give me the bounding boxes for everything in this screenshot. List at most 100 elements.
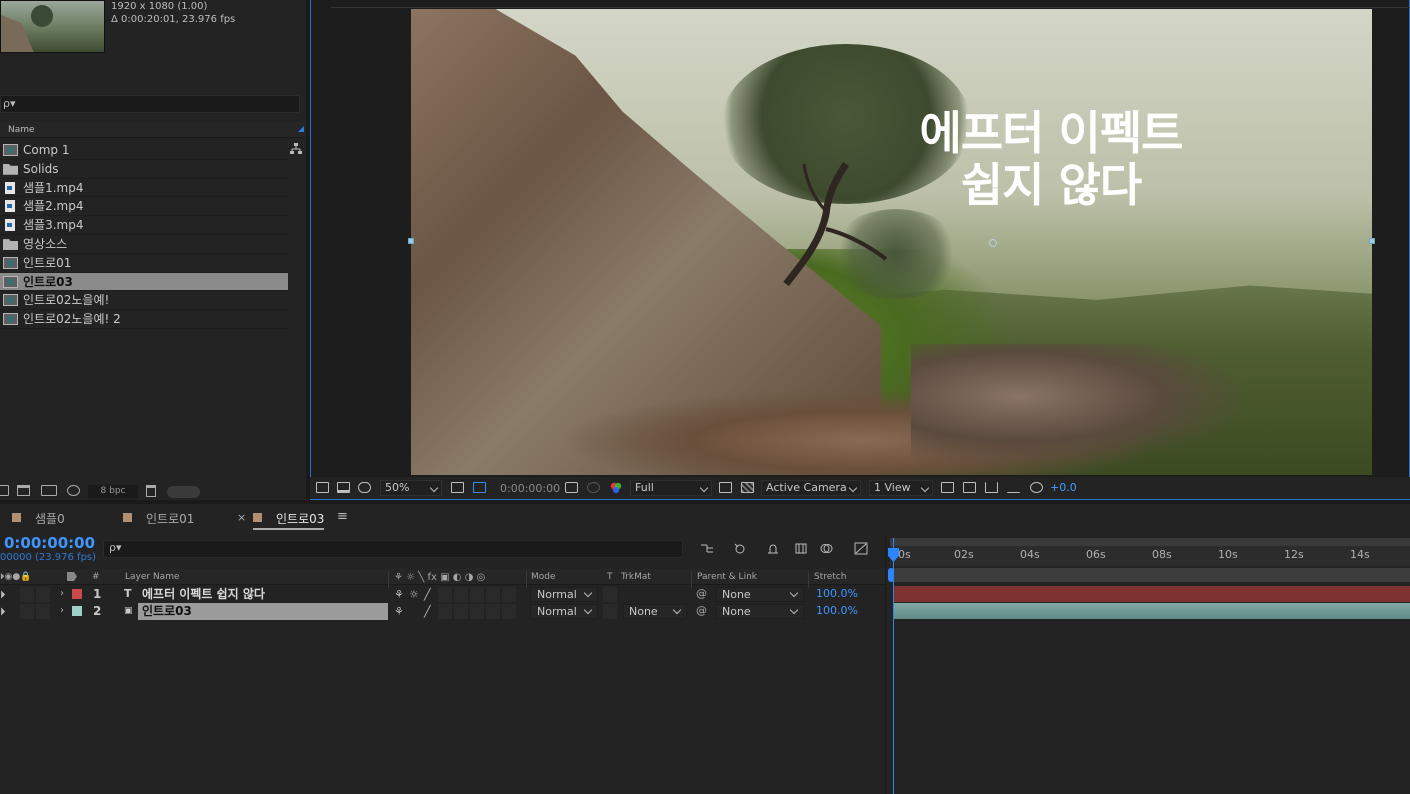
tab-sample0[interactable]: 샘플0 <box>12 510 65 527</box>
fast-previews-icon[interactable] <box>719 482 732 493</box>
layer-name[interactable]: 인트로03 <box>138 603 388 620</box>
anchor-point-handle[interactable] <box>989 239 997 247</box>
audio-toggle[interactable] <box>20 587 34 602</box>
graph-editor-icon[interactable] <box>854 542 868 555</box>
project-item[interactable]: 인트로02노을예! 2 <box>0 310 288 329</box>
layer-stretch-value[interactable]: 100.0% <box>816 587 858 600</box>
motion-blur-switch[interactable] <box>470 587 484 602</box>
lock-toggle[interactable] <box>36 587 50 602</box>
work-area-start-handle[interactable] <box>888 568 894 582</box>
blend-mode-dropdown[interactable]: Normal <box>530 587 598 602</box>
adjustment-switch[interactable] <box>486 604 500 619</box>
parent-pickwhip-icon[interactable]: @ <box>696 587 707 600</box>
tab-intro01[interactable]: 인트로01 <box>123 510 194 527</box>
bit-depth-button[interactable]: 8 bpc <box>88 485 138 498</box>
layer-row-selected[interactable]: ⏵ › 2 ▣ 인트로03 ⚘ ╱ Normal None @ None 100… <box>0 603 885 620</box>
effect-switch[interactable] <box>438 587 452 602</box>
quality-switch-icon[interactable]: ╱ <box>424 605 431 618</box>
tab-intro03[interactable]: 인트로03 <box>253 510 325 530</box>
layer-stretch-value[interactable]: 100.0% <box>816 604 858 617</box>
3d-layer-switch[interactable] <box>502 587 516 602</box>
interpret-footage-icon[interactable] <box>0 485 9 496</box>
quality-switch-icon[interactable]: ╱ <box>424 588 431 601</box>
monitor-icon[interactable] <box>337 482 350 493</box>
preserve-transparency-toggle[interactable] <box>603 587 617 602</box>
title-text-layer[interactable]: 에프터 이펙트 쉽지 않다 <box>906 107 1196 211</box>
lock-toggle[interactable] <box>36 604 50 619</box>
composition-frame[interactable]: 에프터 이펙트 쉽지 않다 <box>411 9 1372 475</box>
video-visibility-icon[interactable]: ⏵ <box>0 605 6 619</box>
motion-blur-switch[interactable] <box>470 604 484 619</box>
camera-view-dropdown[interactable]: Active Camera <box>761 480 861 496</box>
always-preview-icon[interactable] <box>316 482 329 493</box>
time-navigator[interactable] <box>890 538 1410 546</box>
project-search-input[interactable]: ρ▾ <box>0 95 300 113</box>
adjustment-switch[interactable] <box>486 587 500 602</box>
flowchart-icon[interactable] <box>290 143 302 155</box>
work-area-bar[interactable] <box>890 568 1410 582</box>
show-snapshot-icon[interactable] <box>587 482 600 493</box>
close-tab-icon[interactable]: × <box>237 511 246 524</box>
project-item[interactable]: 샘플1.mp4 <box>0 179 288 198</box>
layer-label-color[interactable] <box>72 589 82 599</box>
timeline-current-time[interactable]: 0:00:00:00 <box>4 534 95 552</box>
magnification-dropdown[interactable]: 50% <box>380 480 442 496</box>
preserve-transparency-toggle[interactable] <box>603 604 617 619</box>
time-ruler[interactable]: 00s 02s 04s 06s 08s 10s 12s 14s <box>890 546 1410 566</box>
resolution-dropdown[interactable]: Full <box>630 480 712 496</box>
composition-mini-flowchart-icon[interactable] <box>700 542 714 555</box>
project-item[interactable]: Solids <box>0 160 288 179</box>
layer-name[interactable]: 에프터 이펙트 쉽지 않다 <box>138 586 388 603</box>
new-composition-icon[interactable] <box>41 485 57 496</box>
toggle-pixel-aspect-icon[interactable] <box>941 482 954 493</box>
frame-blend-switch[interactable] <box>454 604 468 619</box>
project-item[interactable]: 샘플2.mp4 <box>0 197 288 217</box>
track-matte-dropdown[interactable]: None <box>623 604 687 619</box>
timeline-search-input[interactable]: ρ▾ <box>103 540 683 558</box>
viewer-current-time[interactable]: 0:00:00:00 <box>500 482 560 495</box>
parent-pickwhip-icon[interactable]: @ <box>696 604 707 617</box>
column-header-name[interactable]: Name <box>0 122 306 138</box>
parent-dropdown[interactable]: None <box>716 587 804 602</box>
project-item-selected[interactable]: 인트로03 <box>0 272 288 292</box>
frame-blend-switch[interactable] <box>454 587 468 602</box>
shy-switch-icon[interactable]: ⚘ <box>394 605 404 618</box>
flowchart-view-icon[interactable] <box>1007 482 1020 493</box>
effect-switch[interactable] <box>438 604 452 619</box>
video-visibility-icon[interactable]: ⏵ <box>0 588 6 602</box>
project-item[interactable]: 샘플3.mp4 <box>0 216 288 235</box>
expand-chevron-icon[interactable]: › <box>60 588 64 599</box>
layer-row[interactable]: ⏵ › 1 T 에프터 이펙트 쉽지 않다 ⚘ ☼ ╱ Normal @ Non… <box>0 586 885 603</box>
audio-toggle[interactable] <box>20 604 34 619</box>
reset-exposure-icon[interactable] <box>1030 482 1043 493</box>
blend-mode-dropdown[interactable]: Normal <box>530 604 598 619</box>
motion-blur-icon[interactable] <box>820 542 834 555</box>
view-layout-dropdown[interactable]: 1 View <box>869 480 933 496</box>
composition-viewer[interactable]: 에프터 이펙트 쉽지 않다 <box>310 0 1410 500</box>
project-item[interactable]: 인트로02노을예! <box>0 291 288 311</box>
layer-label-color[interactable] <box>72 606 82 616</box>
project-item[interactable]: Comp 1 <box>0 141 288 160</box>
3d-layer-switch[interactable] <box>502 604 516 619</box>
project-item[interactable]: 인트로01 <box>0 254 288 273</box>
column-layer-name[interactable]: Layer Name <box>125 572 180 582</box>
bounding-box-handle-left[interactable] <box>408 238 414 244</box>
layer-duration-bar-text[interactable] <box>894 586 1410 602</box>
expand-chevron-icon[interactable]: › <box>60 605 64 616</box>
snapshot-camera-icon[interactable] <box>565 482 578 493</box>
collapse-switch-icon[interactable]: ☼ <box>409 588 419 601</box>
transparency-grid-icon[interactable] <box>741 482 754 493</box>
thumbnail-size-slider[interactable] <box>167 486 200 498</box>
fast-preview-icon[interactable] <box>963 482 976 493</box>
project-settings-icon[interactable] <box>67 485 80 496</box>
panel-menu-icon[interactable]: ≡ <box>337 509 348 524</box>
shy-layers-icon[interactable] <box>766 542 780 555</box>
project-item[interactable]: 영상소스 <box>0 235 288 254</box>
grid-guides-icon[interactable] <box>451 482 464 493</box>
timeline-icon[interactable] <box>985 482 998 493</box>
exposure-value[interactable]: +0.0 <box>1050 481 1077 494</box>
timeline-graph-area[interactable]: 00s 02s 04s 06s 08s 10s 12s 14s <box>885 534 1410 794</box>
mask-visibility-icon[interactable] <box>358 482 371 493</box>
trash-icon[interactable] <box>146 485 156 497</box>
parent-dropdown[interactable]: None <box>716 604 804 619</box>
